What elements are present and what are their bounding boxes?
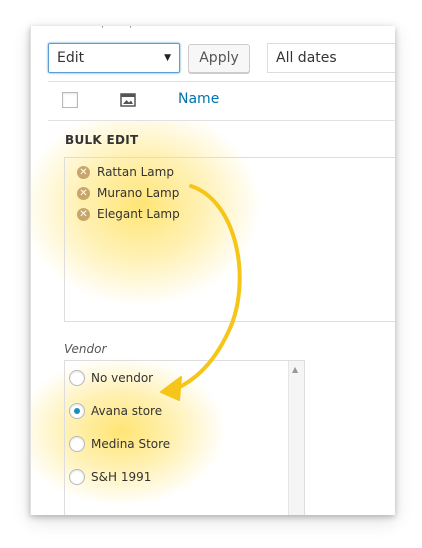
radio-button-selected[interactable]	[69, 403, 85, 419]
dropdown-caret-icon: ▼	[164, 53, 171, 63]
date-filter-select[interactable]: All dates	[267, 43, 395, 73]
remove-item-icon[interactable]: ✕	[77, 165, 90, 179]
bulk-edit-panel: ` ' ' ` Edit ▼ Apply All dates Name BULK…	[30, 26, 395, 515]
image-icon	[120, 92, 136, 112]
remove-item-icon[interactable]: ✕	[77, 186, 90, 200]
name-column-header[interactable]: Name	[178, 91, 219, 107]
vendor-option-label: Avana store	[91, 404, 163, 418]
bulk-edit-item: ✕ Rattan Lamp	[77, 165, 174, 179]
vendor-option-sh-1991[interactable]: S&H 1991	[69, 469, 151, 485]
bulk-edit-items-box	[64, 157, 395, 322]
bulk-item-label: Murano Lamp	[97, 186, 180, 200]
vendor-option-medina-store[interactable]: Medina Store	[69, 436, 170, 452]
bulk-edit-item: ✕ Elegant Lamp	[77, 207, 180, 221]
bulk-action-select[interactable]: Edit ▼	[48, 43, 180, 73]
bulk-edit-item: ✕ Murano Lamp	[77, 186, 179, 200]
bulk-item-label: Elegant Lamp	[97, 207, 180, 221]
bulk-item-label: Rattan Lamp	[97, 165, 174, 179]
vendor-option-label: No vendor	[91, 371, 154, 385]
radio-button[interactable]	[69, 436, 85, 452]
select-all-checkbox[interactable]	[62, 92, 78, 108]
table-header-row: Name	[48, 81, 395, 121]
vendor-label: Vendor	[64, 342, 107, 356]
vendor-option-label: Medina Store	[91, 437, 171, 451]
bulk-edit-title: BULK EDIT	[65, 133, 139, 147]
vendor-list-scrollbar[interactable]: ▲	[288, 361, 304, 515]
vendor-option-avana-store[interactable]: Avana store	[69, 403, 162, 419]
vendor-option-no-vendor[interactable]: No vendor	[69, 370, 153, 386]
cropped-row-fragment: ` ' ' `	[71, 26, 174, 35]
scroll-up-arrow-icon[interactable]: ▲	[292, 365, 298, 374]
remove-item-icon[interactable]: ✕	[77, 207, 90, 221]
vendor-radio-list: ▲ No vendor Avana store Medina Store S&H…	[64, 360, 305, 515]
radio-button[interactable]	[69, 370, 85, 386]
radio-button[interactable]	[69, 469, 85, 485]
bulk-action-value: Edit	[57, 50, 85, 66]
vendor-option-label: S&H 1991	[91, 470, 152, 484]
apply-button[interactable]: Apply	[188, 44, 250, 73]
